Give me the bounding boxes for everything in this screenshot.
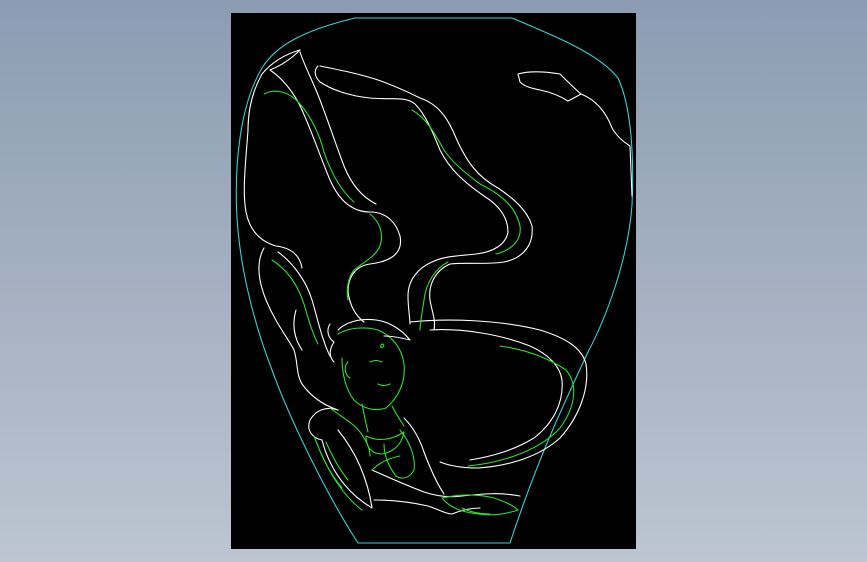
upper-scarf-inner [314,65,509,263]
figure-torso [403,417,445,495]
lower-scarf-loop-outer [409,319,588,469]
figure-face-eye [369,359,383,363]
cad-drawing-viewport[interactable] [231,13,636,549]
figure-forehead-dot [380,343,385,348]
scarf-right-edge [580,93,633,197]
scarf-connector-2 [407,261,433,325]
upper-scarf-outer [319,65,533,265]
figure-torso-green [383,429,415,479]
left-scarf-inner [269,49,402,323]
lower-scarf-loop-green [467,345,575,467]
flying-apsara-vase-drawing [235,17,634,544]
figure-shoulder-left [308,407,339,441]
figure-offering-stroke [461,507,491,515]
figure-head-outline [337,327,405,411]
scarf-tip-top-right [517,71,582,102]
left-scarf-outer [243,49,303,269]
left-scarf-green-2 [346,213,383,301]
figure-ear [344,361,351,379]
figure-hair [327,323,335,363]
lower-scarf-loop-inner [429,329,563,461]
figure-offering-green [441,494,519,516]
figure-hand-lower [373,499,481,515]
hanging-scarf-inner [293,309,303,351]
figure-arm-left-green [313,435,363,511]
left-scarf-mid [299,51,377,205]
left-scarf-green [263,90,355,203]
figure-face-mouth [377,383,391,387]
